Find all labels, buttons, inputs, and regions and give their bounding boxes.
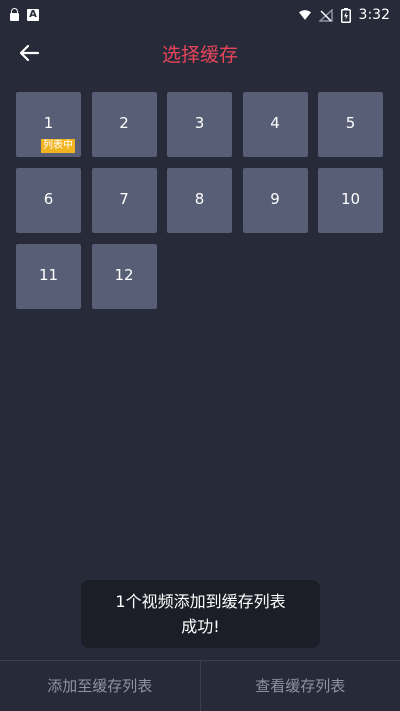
episode-number: 12 xyxy=(92,266,157,284)
episode-number: 5 xyxy=(318,114,383,132)
cache-episode-grid: 1 列表中 2 3 4 5 6 7 8 9 10 11 12 xyxy=(16,92,386,309)
episode-tile-2[interactable]: 2 xyxy=(92,92,157,157)
app-bar: 选择缓存 xyxy=(0,30,400,75)
toast-line-2: 成功! xyxy=(95,614,306,639)
status-left: A xyxy=(10,9,39,21)
episode-tile-11[interactable]: 11 xyxy=(16,244,81,309)
episode-number: 3 xyxy=(167,114,232,132)
episode-number: 2 xyxy=(92,114,157,132)
episode-tile-5[interactable]: 5 xyxy=(318,92,383,157)
add-to-cache-list-button[interactable]: 添加至缓存列表 xyxy=(0,661,200,711)
episode-number: 9 xyxy=(243,190,308,208)
episode-number: 10 xyxy=(318,190,383,208)
episode-tile-7[interactable]: 7 xyxy=(92,168,157,233)
episode-tile-6[interactable]: 6 xyxy=(16,168,81,233)
status-right: 3:32 xyxy=(299,7,390,23)
episode-number: 8 xyxy=(167,190,232,208)
app-notification-icon: A xyxy=(27,9,39,21)
episode-tile-8[interactable]: 8 xyxy=(167,168,232,233)
episode-number: 7 xyxy=(92,190,157,208)
episode-number: 4 xyxy=(243,114,308,132)
no-signal-icon xyxy=(319,9,333,22)
toast-message: 1个视频添加到缓存列表 成功! xyxy=(81,580,320,648)
episode-tile-4[interactable]: 4 xyxy=(243,92,308,157)
lock-icon xyxy=(10,13,19,21)
episode-number: 11 xyxy=(16,266,81,284)
bottom-action-bar: 添加至缓存列表 查看缓存列表 xyxy=(0,660,400,711)
episode-tile-9[interactable]: 9 xyxy=(243,168,308,233)
toast-line-1: 1个视频添加到缓存列表 xyxy=(95,589,306,614)
episode-number: 6 xyxy=(16,190,81,208)
episode-tile-12[interactable]: 12 xyxy=(92,244,157,309)
wifi-icon xyxy=(299,9,311,21)
page-title: 选择缓存 xyxy=(0,40,400,67)
episode-tile-3[interactable]: 3 xyxy=(167,92,232,157)
in-list-badge: 列表中 xyxy=(41,139,75,153)
episode-number: 1 xyxy=(16,114,81,132)
battery-icon xyxy=(341,8,351,23)
view-cache-list-button[interactable]: 查看缓存列表 xyxy=(201,661,400,711)
episode-tile-1[interactable]: 1 列表中 xyxy=(16,92,81,157)
episode-tile-10[interactable]: 10 xyxy=(318,168,383,233)
status-bar: A 3:32 xyxy=(0,0,400,30)
status-time: 3:32 xyxy=(359,7,390,23)
